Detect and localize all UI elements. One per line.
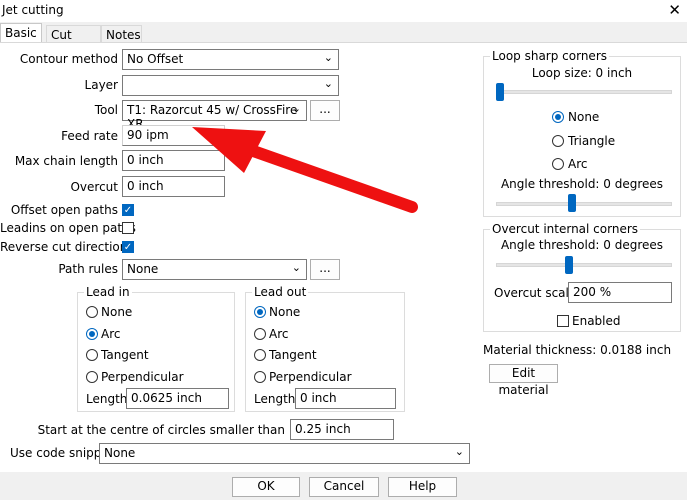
layer-label: Layer <box>84 78 118 92</box>
ok-button[interactable]: OK <box>232 477 300 497</box>
lead-in-title: Lead in <box>84 285 132 299</box>
cancel-button[interactable]: Cancel <box>309 477 379 497</box>
edit-material-button[interactable]: Edit material <box>489 364 558 397</box>
overcut-enabled-checkbox[interactable] <box>557 315 569 327</box>
lead-in-length-input[interactable]: 0.0625 inch <box>126 388 229 409</box>
lead-out-perpendicular-radio[interactable] <box>254 371 266 383</box>
help-button[interactable]: Help <box>388 477 457 497</box>
overcut-angle-threshold-label: Angle threshold: 0 degrees <box>500 238 664 252</box>
path-rules-browse-button[interactable]: ... <box>310 259 340 280</box>
loop-angle-slider-thumb[interactable] <box>568 194 577 212</box>
lead-in-perpendicular-label: Perpendicular <box>101 370 184 384</box>
overcut-scale-input[interactable]: 200 % <box>568 282 672 303</box>
reverse-cut-direction-checkbox[interactable]: ✓ <box>122 241 134 253</box>
loop-arc-radio[interactable] <box>552 158 564 170</box>
lead-in-arc-radio[interactable] <box>86 328 98 340</box>
lead-in-tangent-radio[interactable] <box>86 349 98 361</box>
overcut-angle-slider-thumb[interactable] <box>564 256 573 274</box>
tab-basic[interactable]: Basic <box>0 23 42 43</box>
lead-out-none-label: None <box>269 305 301 319</box>
lead-in-none-radio[interactable] <box>86 306 98 318</box>
leadins-open-paths-label: Leadins on open paths <box>0 221 136 235</box>
lead-out-tangent-radio[interactable] <box>254 349 266 361</box>
max-chain-length-label: Max chain length <box>14 154 118 168</box>
overcut-scale-label: Overcut scale <box>494 286 577 300</box>
loop-triangle-label: Triangle <box>568 134 616 148</box>
feed-rate-label: Feed rate <box>61 129 118 143</box>
close-icon[interactable]: ✕ <box>668 1 681 19</box>
loop-size-track <box>496 90 672 94</box>
offset-open-paths-checkbox[interactable]: ✓ <box>122 204 134 216</box>
path-rules-label: Path rules <box>58 262 118 276</box>
chevron-down-icon: ⌄ <box>323 51 333 64</box>
loop-arc-label: Arc <box>568 157 588 171</box>
red-arrow-annotation <box>192 127 418 213</box>
loop-none-label: None <box>568 110 600 124</box>
arrow-shaft <box>236 141 418 213</box>
lead-in-arc-label: Arc <box>101 327 121 341</box>
lead-out-tangent-label: Tangent <box>269 348 317 362</box>
code-snippet-label: Use code snippet <box>10 446 114 460</box>
lead-out-length-input[interactable]: 0 inch <box>295 388 396 409</box>
lead-out-title: Lead out <box>252 285 309 299</box>
centre-circles-input[interactable]: 0.25 inch <box>290 419 394 440</box>
chevron-down-icon: ⌄ <box>323 77 333 90</box>
lead-out-none-radio[interactable] <box>254 306 266 318</box>
overcut-internal-corners-title: Overcut internal corners <box>490 222 641 236</box>
chevron-down-icon: ⌄ <box>291 261 301 274</box>
contour-method-select[interactable]: No Offset ⌄ <box>122 49 339 70</box>
title-bar: Jet cutting ✕ <box>0 0 687 22</box>
layer-select[interactable]: ⌄ <box>122 75 339 96</box>
loop-size-slider-thumb[interactable] <box>496 83 504 101</box>
loop-angle-threshold-label: Angle threshold: 0 degrees <box>500 177 664 191</box>
loop-angle-track <box>496 202 672 206</box>
chevron-down-icon: ⌄ <box>291 102 301 115</box>
loop-sharp-corners-title: Loop sharp corners <box>490 49 610 63</box>
arrow-head <box>192 127 266 173</box>
window-title: Jet cutting <box>2 3 64 17</box>
overcut-enabled-label: Enabled <box>572 314 621 328</box>
code-snippet-select[interactable]: None ⌄ <box>99 443 470 464</box>
centre-circles-label: Start at the centre of circles smaller t… <box>37 423 285 437</box>
loop-triangle-radio[interactable] <box>552 135 564 147</box>
lead-in-none-label: None <box>101 305 133 319</box>
path-rules-select[interactable]: None ⌄ <box>122 259 307 280</box>
contour-method-label: Contour method <box>19 52 118 66</box>
material-thickness-label: Material thickness: 0.0188 inch <box>483 343 672 357</box>
reverse-cut-direction-label: Reverse cut direction <box>0 240 128 254</box>
loop-none-radio[interactable] <box>552 111 564 123</box>
leadins-open-paths-checkbox[interactable] <box>122 222 134 234</box>
offset-open-paths-label: Offset open paths <box>10 203 118 217</box>
loop-size-label: Loop size: 0 inch <box>531 66 633 80</box>
overcut-label: Overcut <box>70 180 118 194</box>
lead-in-tangent-label: Tangent <box>101 348 149 362</box>
lead-out-arc-label: Arc <box>269 327 289 341</box>
tool-label: Tool <box>94 103 118 117</box>
lead-out-perpendicular-label: Perpendicular <box>269 370 352 384</box>
chevron-down-icon: ⌄ <box>454 445 464 458</box>
lead-out-arc-radio[interactable] <box>254 328 266 340</box>
lead-in-perpendicular-radio[interactable] <box>86 371 98 383</box>
overcut-angle-track <box>496 263 672 267</box>
lead-out-length-label: Length <box>254 392 296 406</box>
lead-in-length-label: Length <box>86 392 128 406</box>
